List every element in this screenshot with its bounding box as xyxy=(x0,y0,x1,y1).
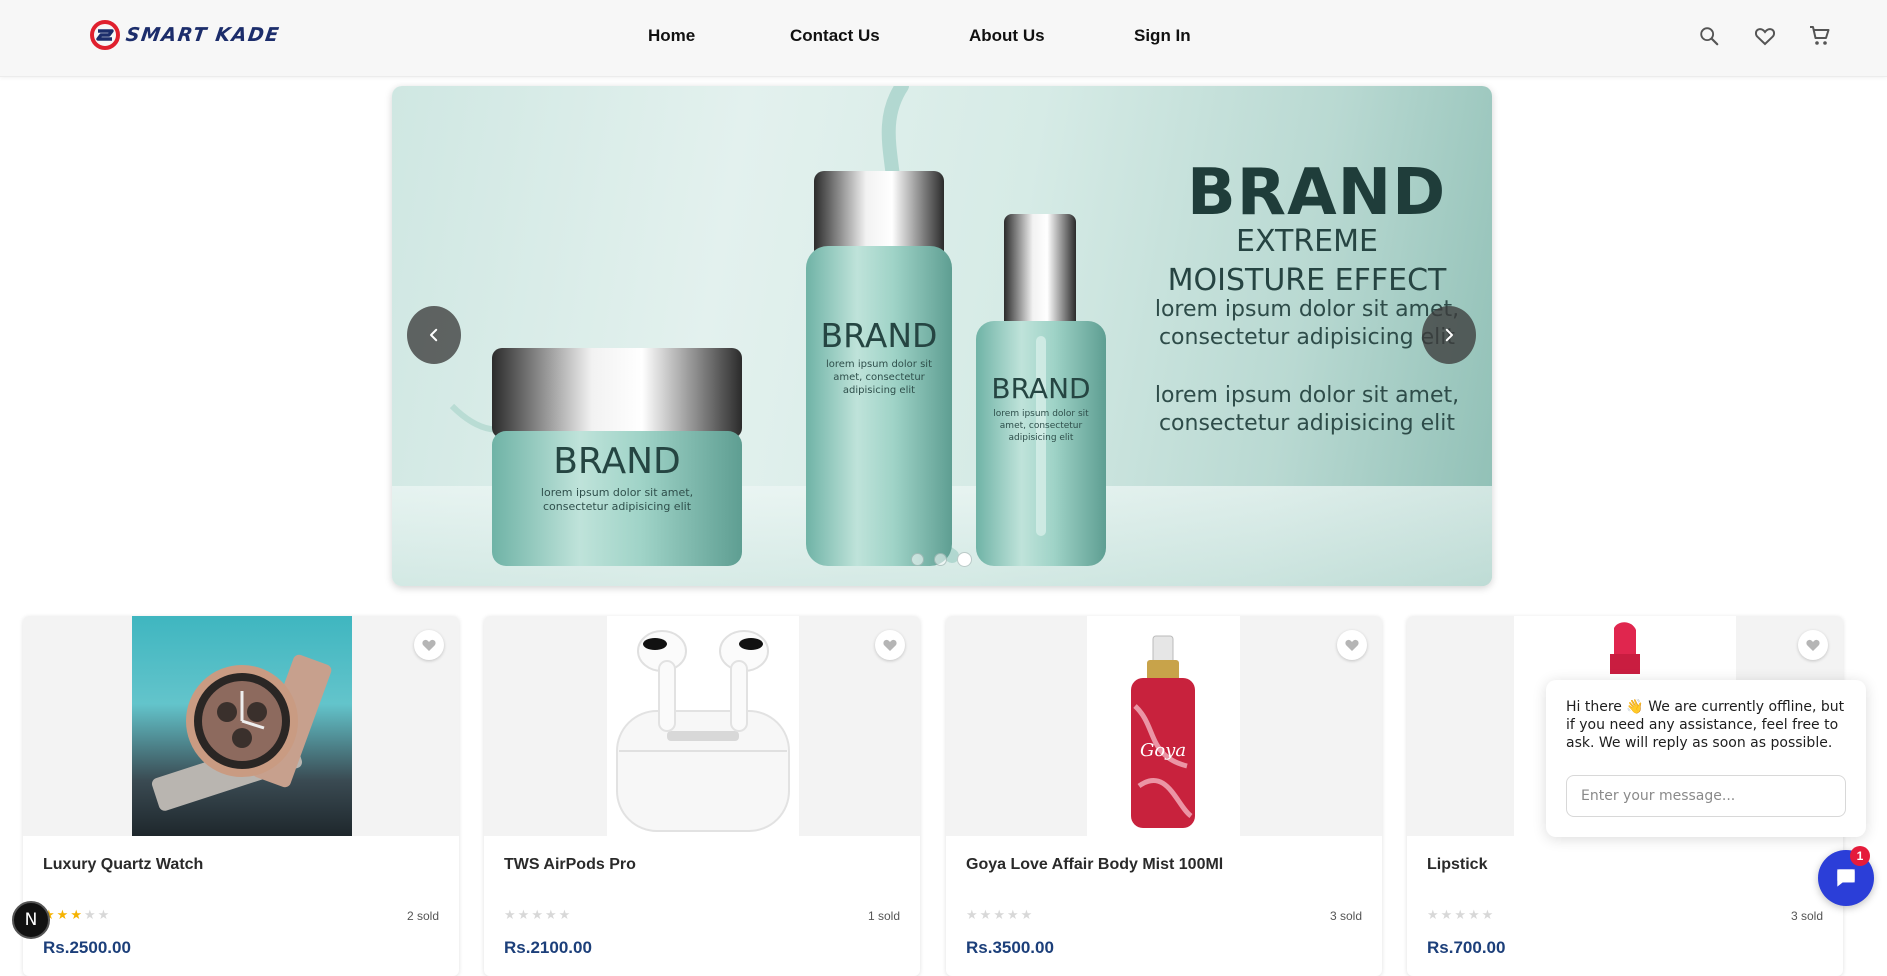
banner-body-2: lorem ipsum dolor sit amet, consectetur … xyxy=(1154,383,1460,436)
star-icon: ★ xyxy=(1006,907,1019,922)
banner-subheading: EXTREME MOISTURE EFFECT xyxy=(1152,222,1462,300)
svg-text:Goya: Goya xyxy=(1140,740,1186,761)
chat-message-input[interactable] xyxy=(1566,775,1846,817)
cart-icon[interactable] xyxy=(1806,22,1834,50)
product-card[interactable]: Goya Goya Love Affair Body Mist 100Ml ★ ★… xyxy=(946,616,1382,976)
product-price: Rs.2100.00 xyxy=(504,938,592,957)
body-mist-image: Goya xyxy=(1131,635,1195,828)
rating-stars: ★★★★★ xyxy=(504,908,570,921)
watch-image xyxy=(151,654,332,811)
product-image-area xyxy=(23,616,459,836)
chevron-left-icon xyxy=(430,328,438,342)
carousel-dot-1[interactable] xyxy=(911,553,924,566)
product-image-area xyxy=(484,616,920,836)
carousel-prev-button[interactable] xyxy=(407,306,461,364)
chat-popup: Hi there 👋 We are currently offline, but… xyxy=(1546,680,1866,837)
carousel-dot-2[interactable] xyxy=(934,553,947,566)
sold-count: 2 sold xyxy=(406,909,439,923)
product-image-area: Goya xyxy=(946,616,1382,836)
product-card[interactable]: TWS AirPods Pro ★ ★ ★ ★ ★ 1 sold Rs.2100.00 xyxy=(484,616,920,976)
star-icon: ★ xyxy=(1020,907,1033,922)
sold-count: 3 sold xyxy=(1790,909,1823,923)
dropper-bottle-brand: BRAND xyxy=(991,372,1091,405)
wishlist-button[interactable] xyxy=(1337,630,1367,660)
star-icon: ★ xyxy=(56,907,69,922)
jar-label: BRAND lorem ipsum dolor sit amet, consec… xyxy=(537,441,697,514)
product-title: Goya Love Affair Body Mist 100Ml xyxy=(966,856,1224,873)
search-icon[interactable] xyxy=(1695,22,1723,50)
sold-count: 3 sold xyxy=(1329,909,1362,923)
star-icon: ★ xyxy=(544,907,557,922)
heart-icon xyxy=(1345,639,1359,651)
sold-count: 1 sold xyxy=(867,909,900,923)
dev-tools-badge[interactable]: N xyxy=(12,901,50,939)
product-title: TWS AirPods Pro xyxy=(504,856,636,873)
carousel-next-button[interactable] xyxy=(1422,306,1476,364)
wishlist-button[interactable] xyxy=(875,630,905,660)
star-icon: ★ xyxy=(1427,907,1439,922)
heart-icon xyxy=(1806,639,1820,651)
star-icon: ★ xyxy=(993,907,1005,922)
dropper-bottle-label: BRAND lorem ipsum dolor sit amet, consec… xyxy=(988,372,1094,444)
heart-icon[interactable] xyxy=(1751,22,1779,50)
banner-subheading-line2: MOISTURE EFFECT xyxy=(1167,263,1447,298)
rating-stars: ★★★★★ xyxy=(43,908,109,921)
rating-stars: ★★★★★ xyxy=(1427,908,1493,921)
chat-bubble-icon xyxy=(1837,869,1855,887)
star-icon: ★ xyxy=(558,907,571,922)
site-header: SMART KADE Home Contact Us About Us Sign… xyxy=(0,0,1887,77)
hero-banner: BRAND lorem ipsum dolor sit amet, consec… xyxy=(392,86,1492,586)
star-icon: ★ xyxy=(83,907,96,922)
star-icon: ★ xyxy=(504,907,516,922)
product-image: Goya xyxy=(1087,616,1240,836)
tall-bottle-small-text: lorem ipsum dolor sit amet, consectetur … xyxy=(825,359,932,396)
product-price: Rs.3500.00 xyxy=(966,938,1054,957)
heart-icon xyxy=(422,639,436,651)
star-icon: ★ xyxy=(1454,907,1466,922)
chat-greeting: Hi there 👋 We are currently offline, but… xyxy=(1566,699,1845,751)
product-price: Rs.700.00 xyxy=(1427,938,1506,957)
star-icon: ★ xyxy=(1467,907,1480,922)
star-icon: ★ xyxy=(979,907,992,922)
banner-body-1: lorem ipsum dolor sit amet, consectetur … xyxy=(1154,297,1460,350)
product-title: Lipstick xyxy=(1427,856,1488,873)
product-card[interactable]: Luxury Quartz Watch ★★★★★ 2 sold Rs.2500… xyxy=(23,616,459,976)
header-actions xyxy=(0,22,1887,50)
star-icon: ★ xyxy=(517,907,530,922)
heart-icon xyxy=(883,639,897,651)
tall-bottle-brand: BRAND xyxy=(820,316,938,355)
star-icon: ★ xyxy=(70,907,82,922)
banner-heading: BRAND xyxy=(1187,156,1447,230)
carousel-dots xyxy=(911,552,972,567)
wishlist-button[interactable] xyxy=(414,630,444,660)
star-icon: ★ xyxy=(531,907,543,922)
carousel-dot-3[interactable] xyxy=(957,552,972,567)
banner-subheading-line1: EXTREME xyxy=(1236,224,1378,259)
star-icon: ★ xyxy=(97,907,110,922)
jar-brand: BRAND xyxy=(553,441,681,482)
chat-unread-badge: 1 xyxy=(1850,846,1870,866)
star-icon: ★ xyxy=(1440,907,1453,922)
wishlist-button[interactable] xyxy=(1798,630,1828,660)
product-title: Luxury Quartz Watch xyxy=(43,856,204,873)
jar-small-text: lorem ipsum dolor sit amet, consectetur … xyxy=(540,486,694,513)
tall-bottle-label: BRAND lorem ipsum dolor sit amet, consec… xyxy=(819,316,939,397)
product-price: Rs.2500.00 xyxy=(43,938,131,957)
airpods-image xyxy=(616,630,790,832)
product-image xyxy=(607,616,799,836)
star-icon: ★ xyxy=(1481,907,1494,922)
chevron-right-icon xyxy=(1445,328,1453,342)
star-icon: ★ xyxy=(966,907,978,922)
rating-stars: ★★★★★ xyxy=(966,908,1032,921)
product-image xyxy=(132,616,352,836)
dropper-bottle-small-text: lorem ipsum dolor sit amet, consectetur … xyxy=(993,409,1089,443)
